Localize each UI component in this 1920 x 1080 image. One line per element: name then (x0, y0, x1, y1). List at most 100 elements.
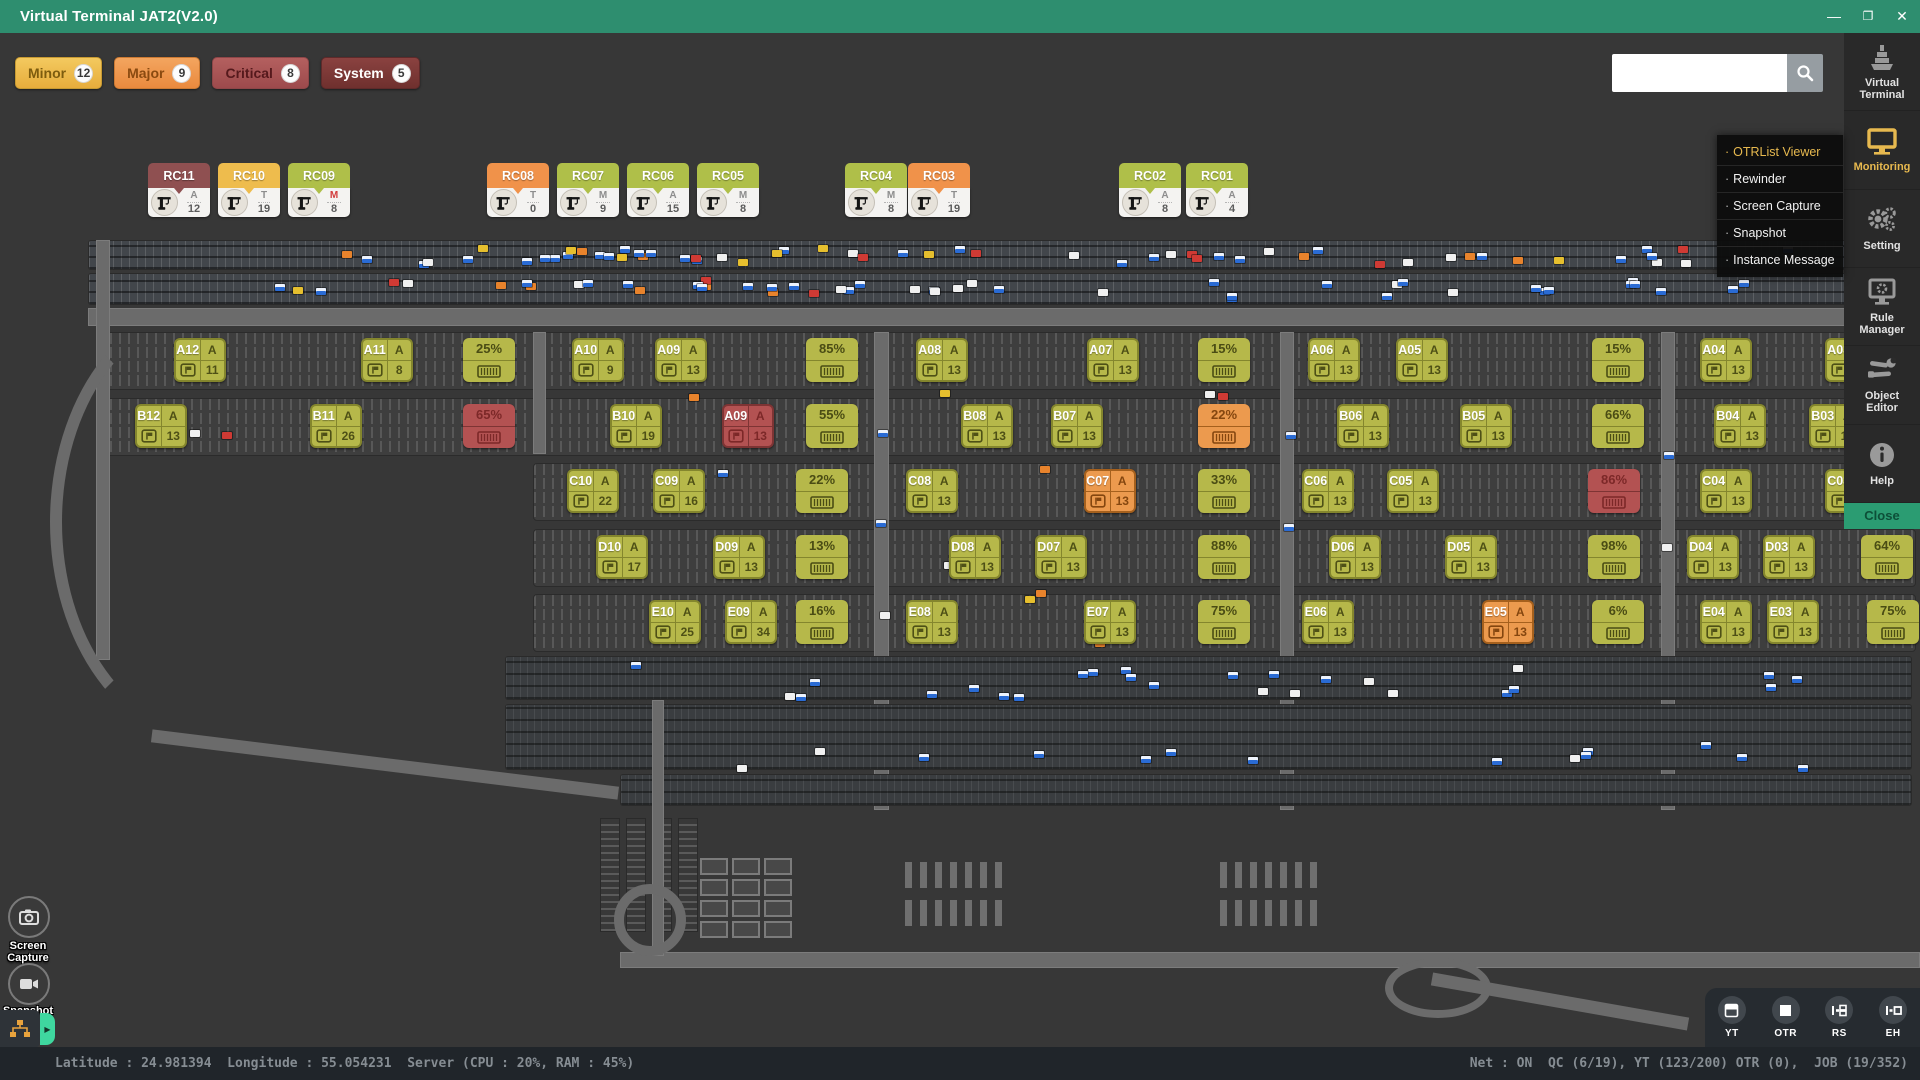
yard-block-B05[interactable]: B05A13 (1460, 404, 1512, 448)
occupancy-tile-22[interactable]: 22% (1198, 404, 1250, 448)
yard-block-A12[interactable]: A12A11 (174, 338, 226, 382)
occupancy-tile-13[interactable]: 13% (796, 535, 848, 579)
yard-block-B08[interactable]: B08A13 (961, 404, 1013, 448)
yard-block-E06[interactable]: E06A13 (1302, 600, 1354, 644)
crane-card-RC08[interactable]: RC08T0 (487, 163, 549, 217)
occupancy-tile-33[interactable]: 33% (1198, 469, 1250, 513)
sidebar-item-object-editor[interactable]: Object Editor (1844, 346, 1920, 424)
yard-block-A07[interactable]: A07A13 (1087, 338, 1139, 382)
menu-item-rewinder[interactable]: ·Rewinder (1717, 166, 1843, 193)
yard-block-B11[interactable]: B11A26 (310, 404, 362, 448)
minimize-window-button[interactable]: — (1824, 0, 1844, 33)
yard-block-A10[interactable]: A10A9 (572, 338, 624, 382)
yard-block-C05[interactable]: C05A13 (1387, 469, 1439, 513)
occupancy-tile-85[interactable]: 85% (806, 338, 858, 382)
yard-block-B04[interactable]: B04A13 (1714, 404, 1766, 448)
sidebar-close-button[interactable]: Close (1844, 503, 1920, 529)
yard-block-A04[interactable]: A04A13 (1700, 338, 1752, 382)
occupancy-tile-75[interactable]: 75% (1198, 600, 1250, 644)
crane-card-RC11[interactable]: RC11A12 (148, 163, 210, 217)
yard-block-A09[interactable]: A09A13 (655, 338, 707, 382)
search-input[interactable] (1612, 54, 1787, 92)
yard-block-B06[interactable]: B06A13 (1337, 404, 1389, 448)
occupancy-tile-88[interactable]: 88% (1198, 535, 1250, 579)
yard-block-E07[interactable]: E07A13 (1084, 600, 1136, 644)
yard-block-E04[interactable]: E04A13 (1700, 600, 1752, 644)
yard-block-E09[interactable]: E09A34 (725, 600, 777, 644)
yard-block-E03[interactable]: E03A13 (1767, 600, 1819, 644)
sidebar-item-setting[interactable]: Setting (1844, 190, 1920, 268)
menu-item-otrlist-viewer[interactable]: ·OTRList Viewer (1717, 139, 1843, 166)
occupancy-tile-75[interactable]: 75% (1867, 600, 1919, 644)
crane-card-RC09[interactable]: RC09M8 (288, 163, 350, 217)
crane-card-RC02[interactable]: RC02A8 (1119, 163, 1181, 217)
sidebar-item-help[interactable]: Help (1844, 425, 1920, 503)
yard-block-A09[interactable]: A09A13 (722, 404, 774, 448)
occupancy-tile-16[interactable]: 16% (796, 600, 848, 644)
yard-block-C04[interactable]: C04A13 (1700, 469, 1752, 513)
crane-card-RC04[interactable]: RC04M8 (845, 163, 907, 217)
crane-card-RC03[interactable]: RC03T19 (908, 163, 970, 217)
sidebar-item-virtual-terminal[interactable]: Virtual Terminal (1844, 33, 1920, 111)
occupancy-tile-6[interactable]: 6% (1592, 600, 1644, 644)
yard-block-E10[interactable]: E10A25 (649, 600, 701, 644)
yard-block-D08[interactable]: D08A13 (949, 535, 1001, 579)
yard-block-B12[interactable]: B12A13 (135, 404, 187, 448)
alarm-badge-major[interactable]: Major9 (114, 57, 200, 89)
alarm-badge-system[interactable]: System5 (321, 57, 420, 89)
yard-block-D07[interactable]: D07A13 (1035, 535, 1087, 579)
maximize-window-button[interactable]: ❐ (1858, 0, 1878, 33)
screen-capture-button[interactable] (8, 896, 50, 938)
crane-card-RC05[interactable]: RC05M8 (697, 163, 759, 217)
occupancy-tile-15[interactable]: 15% (1592, 338, 1644, 382)
yard-block-D04[interactable]: D04A13 (1687, 535, 1739, 579)
alarm-badge-critical[interactable]: Critical8 (212, 57, 308, 89)
alarm-badge-minor[interactable]: Minor12 (15, 57, 102, 89)
menu-item-screen-capture[interactable]: ·Screen Capture (1717, 193, 1843, 220)
yard-block-D09[interactable]: D09A13 (713, 535, 765, 579)
occupancy-tile-86[interactable]: 86% (1588, 469, 1640, 513)
crane-card-RC01[interactable]: RC01A4 (1186, 163, 1248, 217)
yard-block-C06[interactable]: C06A13 (1302, 469, 1354, 513)
crane-card-RC06[interactable]: RC06A15 (627, 163, 689, 217)
fleet-button-otr[interactable]: OTR (1772, 996, 1800, 1039)
occupancy-tile-15[interactable]: 15% (1198, 338, 1250, 382)
menu-item-snapshot[interactable]: ·Snapshot (1717, 220, 1843, 247)
expand-panel-handle[interactable]: ▶ (40, 1013, 55, 1045)
yard-block-D05[interactable]: D05A13 (1445, 535, 1497, 579)
occupancy-tile-22[interactable]: 22% (796, 469, 848, 513)
yard-block-D06[interactable]: D06A13 (1329, 535, 1381, 579)
yard-block-D03[interactable]: D03A13 (1763, 535, 1815, 579)
occupancy-tile-98[interactable]: 98% (1588, 535, 1640, 579)
occupancy-tile-66[interactable]: 66% (1592, 404, 1644, 448)
yard-block-C09[interactable]: C09A16 (653, 469, 705, 513)
crane-card-RC10[interactable]: RC10T19 (218, 163, 280, 217)
occupancy-tile-25[interactable]: 25% (463, 338, 515, 382)
yard-block-A11[interactable]: A11A8 (361, 338, 413, 382)
yard-block-C07[interactable]: C07A13 (1084, 469, 1136, 513)
yard-block-E05[interactable]: E05A13 (1482, 600, 1534, 644)
occupancy-tile-55[interactable]: 55% (806, 404, 858, 448)
container-marker (1492, 758, 1502, 765)
sidebar-item-rule-manager[interactable]: Rule Manager (1844, 268, 1920, 346)
yard-block-D10[interactable]: D10A17 (596, 535, 648, 579)
fleet-button-rs[interactable]: RS (1825, 996, 1853, 1039)
menu-item-instance-message[interactable]: ·Instance Message (1717, 247, 1843, 273)
fleet-button-yt[interactable]: YT (1718, 996, 1746, 1039)
snapshot-button[interactable] (8, 963, 50, 1005)
yard-block-B07[interactable]: B07A13 (1051, 404, 1103, 448)
close-window-button[interactable]: ✕ (1892, 0, 1912, 33)
yard-block-A08[interactable]: A08A13 (916, 338, 968, 382)
yard-block-B10[interactable]: B10A19 (610, 404, 662, 448)
yard-block-C08[interactable]: C08A13 (906, 469, 958, 513)
fleet-button-eh[interactable]: EH (1879, 996, 1907, 1039)
yard-block-C10[interactable]: C10A22 (567, 469, 619, 513)
crane-card-RC07[interactable]: RC07M9 (557, 163, 619, 217)
sidebar-item-monitoring[interactable]: Monitoring (1844, 111, 1920, 189)
yard-block-A05[interactable]: A05A13 (1396, 338, 1448, 382)
yard-block-E08[interactable]: E08A13 (906, 600, 958, 644)
yard-block-A06[interactable]: A06A13 (1308, 338, 1360, 382)
search-button[interactable] (1787, 54, 1823, 92)
occupancy-tile-65[interactable]: 65% (463, 404, 515, 448)
occupancy-tile-64[interactable]: 64% (1861, 535, 1913, 579)
